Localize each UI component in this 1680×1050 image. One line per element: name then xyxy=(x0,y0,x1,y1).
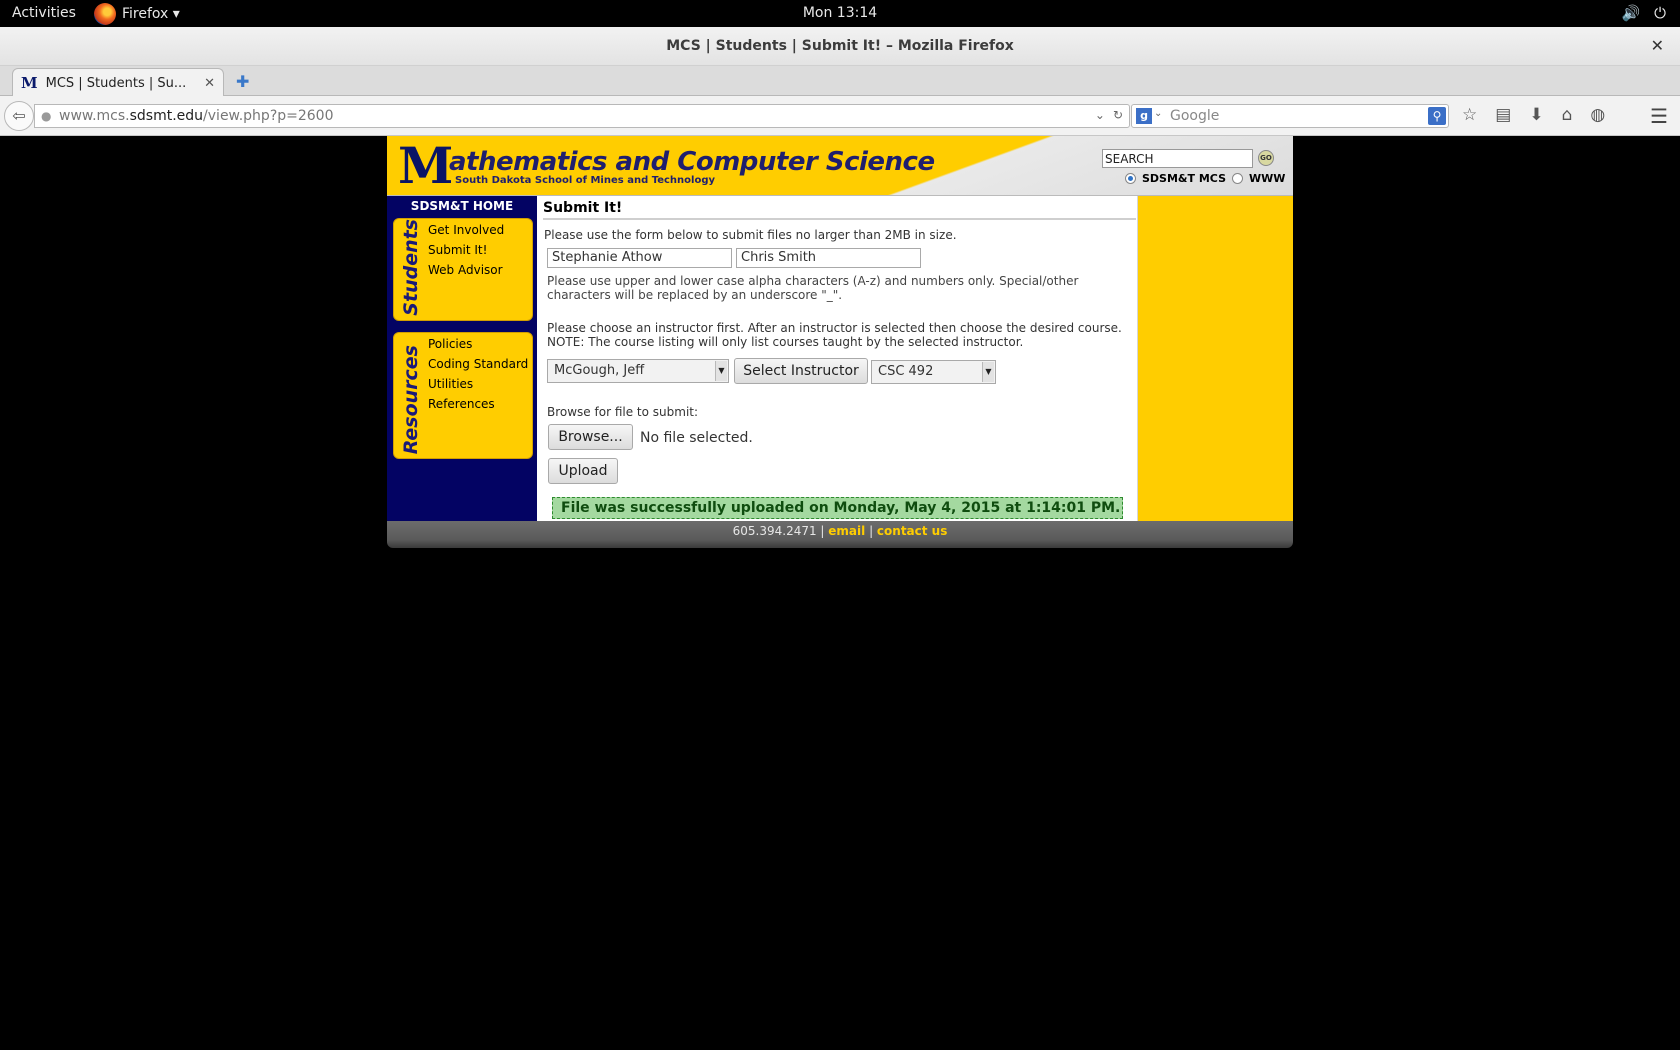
new-tab-icon[interactable]: ✚ xyxy=(236,72,249,91)
url-bar[interactable]: ● www.mcs.sdsmt.edu/view.php?p=2600 ⌄ ↻ xyxy=(34,104,1130,128)
power-icon[interactable]: ⏻ xyxy=(1654,4,1666,22)
app-menu[interactable]: Firefox ▾ xyxy=(94,3,180,25)
nav-link-utilities[interactable]: Utilities xyxy=(428,377,528,391)
nav-link-submit-it[interactable]: Submit It! xyxy=(428,243,504,257)
clock[interactable]: Mon 13:14 xyxy=(803,5,877,21)
heading-divider xyxy=(543,218,1136,220)
footer-separator: | xyxy=(865,524,877,538)
nav-link-get-involved[interactable]: Get Involved xyxy=(428,223,504,237)
file-status: No file selected. xyxy=(640,430,753,446)
clock-container: Mon 13:14 xyxy=(0,5,1680,21)
browse-label: Browse for file to submit: xyxy=(547,405,699,419)
course-select[interactable]: CSC 492 ▼ xyxy=(871,360,996,384)
url-buttons: ⌄ ↻ xyxy=(1095,108,1123,122)
instructor-note-line-2: NOTE: The course listing will only list … xyxy=(547,335,1024,349)
resources-links: Policies Coding Standard Utilities Refer… xyxy=(428,337,528,411)
system-tray[interactable]: 🔊 ⏻ xyxy=(1621,4,1666,22)
reload-icon[interactable]: ↻ xyxy=(1113,108,1123,122)
tab-close-icon[interactable]: ✕ xyxy=(204,76,215,91)
footer-phone: 605.394.2471 | xyxy=(732,524,829,538)
nav-link-web-advisor[interactable]: Web Advisor xyxy=(428,263,504,277)
mcs-favicon-icon: M xyxy=(21,74,38,92)
website: M athematics and Computer Science South … xyxy=(387,136,1293,548)
radio-www-label: WWW xyxy=(1249,172,1286,185)
history-dropdown-icon[interactable]: ⌄ xyxy=(1095,108,1105,122)
footer-email-link[interactable]: email xyxy=(828,524,865,538)
upload-button[interactable]: Upload xyxy=(548,458,618,484)
app-menu-label: Firefox ▾ xyxy=(122,6,180,22)
search-scope-radios: SDSM&T MCS WWW xyxy=(1125,172,1285,185)
home-icon[interactable]: ⌂ xyxy=(1562,105,1573,125)
site-footer: 605.394.2471 | email | contact us xyxy=(387,521,1293,548)
select-instructor-button[interactable]: Select Instructor xyxy=(734,358,868,384)
students-section: Students Get Involved Submit It! Web Adv… xyxy=(393,218,533,321)
tab-strip: M MCS | Students | Su... ✕ ✚ xyxy=(0,66,1680,97)
intro-text: Please use the form below to submit file… xyxy=(544,228,957,242)
window-titlebar: MCS | Students | Submit It! – Mozilla Fi… xyxy=(0,27,1680,66)
downloads-icon[interactable]: ⬇ xyxy=(1529,105,1543,125)
volume-icon[interactable]: 🔊 xyxy=(1621,4,1640,22)
chevron-down-icon: ▼ xyxy=(715,361,727,381)
navigation-bar: ⇦ ● www.mcs.sdsmt.edu/view.php?p=2600 ⌄ … xyxy=(0,96,1680,136)
instructor-note: Please choose an instructor first. After… xyxy=(547,321,1127,349)
resources-section-label: Resources xyxy=(400,344,422,454)
site-banner: M athematics and Computer Science South … xyxy=(387,136,1293,196)
globe-icon: ● xyxy=(41,109,52,123)
window-close-icon[interactable]: ✕ xyxy=(1651,36,1664,55)
radio-www[interactable] xyxy=(1232,173,1243,184)
site-logo-m[interactable]: M xyxy=(398,140,453,192)
chat-icon[interactable]: ◍ xyxy=(1590,105,1605,125)
go-button[interactable]: GO xyxy=(1258,150,1274,166)
chevron-down-icon: ▼ xyxy=(982,362,994,382)
gnome-top-bar: Activities Firefox ▾ Mon 13:14 🔊 ⏻ xyxy=(0,0,1680,27)
toolbar-icons: ☆ ▤ ⬇ ⌂ ◍ xyxy=(1462,105,1605,125)
engine-dropdown-icon[interactable]: ⌄ xyxy=(1154,108,1162,119)
activities-button[interactable]: Activities xyxy=(12,5,76,21)
browse-button[interactable]: Browse... xyxy=(548,424,633,450)
students-links: Get Involved Submit It! Web Advisor xyxy=(428,223,504,277)
main-content: Submit It! Please use the form below to … xyxy=(537,196,1137,521)
characters-note: Please use upper and lower case alpha ch… xyxy=(547,274,1079,302)
reading-list-icon[interactable]: ▤ xyxy=(1495,105,1511,125)
students-section-label: Students xyxy=(400,219,422,316)
site-title: athematics and Computer Science xyxy=(449,147,935,177)
search-placeholder: Google xyxy=(1170,108,1220,124)
student-name-1-field[interactable]: Stephanie Athow xyxy=(547,248,732,268)
instructor-select-value: McGough, Jeff xyxy=(554,363,645,378)
url-path: /view.php?p=2600 xyxy=(203,108,334,124)
site-search-input[interactable]: SEARCH xyxy=(1102,149,1253,168)
left-sidebar: SDSM&T HOME Students Get Involved Submit… xyxy=(387,196,537,521)
right-sidebar xyxy=(1137,196,1293,521)
instructor-select[interactable]: McGough, Jeff ▼ xyxy=(547,359,729,383)
course-select-value: CSC 492 xyxy=(878,364,934,379)
firefox-icon xyxy=(94,3,116,25)
back-button[interactable]: ⇦ xyxy=(4,101,34,131)
nav-link-coding-standard[interactable]: Coding Standard xyxy=(428,357,528,371)
url-prefix: www.mcs. xyxy=(59,108,130,124)
nav-link-references[interactable]: References xyxy=(428,397,528,411)
hamburger-menu-icon[interactable]: ☰ xyxy=(1650,104,1668,128)
upload-success-message: File was successfully uploaded on Monday… xyxy=(552,497,1123,519)
tab-mcs-students[interactable]: M MCS | Students | Su... ✕ xyxy=(12,68,224,97)
url-host: sdsmt.edu xyxy=(129,108,204,124)
student-name-2-field[interactable]: Chris Smith xyxy=(736,248,921,268)
resources-section: Resources Policies Coding Standard Utili… xyxy=(393,332,533,459)
nav-link-policies[interactable]: Policies xyxy=(428,337,528,351)
radio-sdsmt-mcs[interactable] xyxy=(1125,173,1136,184)
instructor-note-line-1: Please choose an instructor first. After… xyxy=(547,321,1122,335)
footer-contact-link[interactable]: contact us xyxy=(877,524,947,538)
sdsmt-home-link[interactable]: SDSM&T HOME xyxy=(387,199,537,213)
tab-label: MCS | Students | Su... xyxy=(45,75,187,91)
google-engine-icon[interactable]: g xyxy=(1136,108,1152,124)
window-title: MCS | Students | Submit It! – Mozilla Fi… xyxy=(666,38,1014,54)
page-title: Submit It! xyxy=(543,200,623,216)
site-subtitle: South Dakota School of Mines and Technol… xyxy=(455,175,715,186)
bookmark-star-icon[interactable]: ☆ xyxy=(1462,105,1477,125)
search-bar[interactable]: g ⌄ Google ⚲ xyxy=(1131,104,1449,128)
radio-sdsmt-mcs-label: SDSM&T MCS xyxy=(1142,172,1226,185)
search-icon[interactable]: ⚲ xyxy=(1428,107,1446,125)
